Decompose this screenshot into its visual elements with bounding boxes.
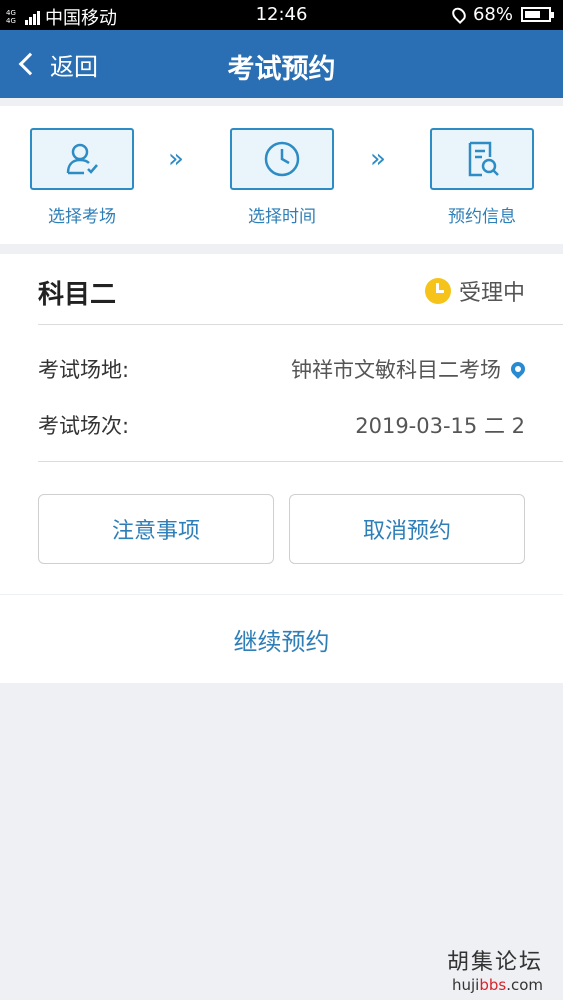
divider [38,324,563,325]
person-check-icon [66,143,98,175]
booking-card: 科目二 受理中 考试场地: 钟祥市文敏科目二考场 考试场次: 2019-03-1… [0,254,563,594]
battery-percent: 68% [472,4,513,25]
step-icon-box [430,128,534,190]
page-title: 考试预约 [227,54,336,85]
watermark-url: hujibbs.com [447,976,543,994]
step-label: 选择考场 [48,207,116,227]
cancel-booking-button[interactable]: 取消预约 [289,494,525,564]
divider [38,461,563,462]
double-chevron-right-icon: » [168,144,184,174]
nav-bar: 返回 考试预约 [0,30,563,98]
step-booking-info[interactable]: 预约信息 [430,128,534,227]
continue-booking-button[interactable]: 继续预约 [0,595,563,683]
venue-label: 考试场地: [38,358,130,382]
status-right: 68% [449,4,554,25]
location-icon [449,4,469,25]
watermark-url-suffix: .com [506,976,543,994]
document-search-icon [468,141,499,177]
venue-value: 钟祥市文敏科目二考场 [291,354,528,384]
session-label: 考试场次: [38,414,130,438]
clock-icon [424,278,451,304]
step-icon-box [30,128,134,190]
watermark-url-host: huji [451,976,480,994]
session-value: 2019-03-15 二 2 [355,414,525,438]
step-indicator: 选择考场 » 选择时间 » 预约信息 [0,106,563,244]
status-badge: 受理中 [424,275,525,307]
clock-icon [264,141,300,177]
step-label: 选择时间 [248,207,316,227]
step-select-time[interactable]: 选择时间 [230,128,334,227]
battery-icon [521,7,554,22]
subject-title: 科目二 [38,280,117,310]
notice-button[interactable]: 注意事项 [38,494,274,564]
status-bar: 4G 4G 中国移动 12:46 68% [0,0,563,30]
step-select-venue[interactable]: 选择考场 [30,128,134,227]
battery-fill [525,11,540,18]
step-icon-box [230,128,334,190]
map-pin-icon[interactable] [508,359,528,379]
status-text: 受理中 [458,281,525,306]
watermark-name: 胡集论坛 [446,950,543,975]
watermark-url-bbs: bbs [479,976,507,994]
watermark: 胡集论坛 hujibbs.com [447,944,543,994]
venue-text: 钟祥市文敏科目二考场 [291,358,501,382]
step-label: 预约信息 [448,207,516,227]
double-chevron-right-icon: » [370,144,386,174]
